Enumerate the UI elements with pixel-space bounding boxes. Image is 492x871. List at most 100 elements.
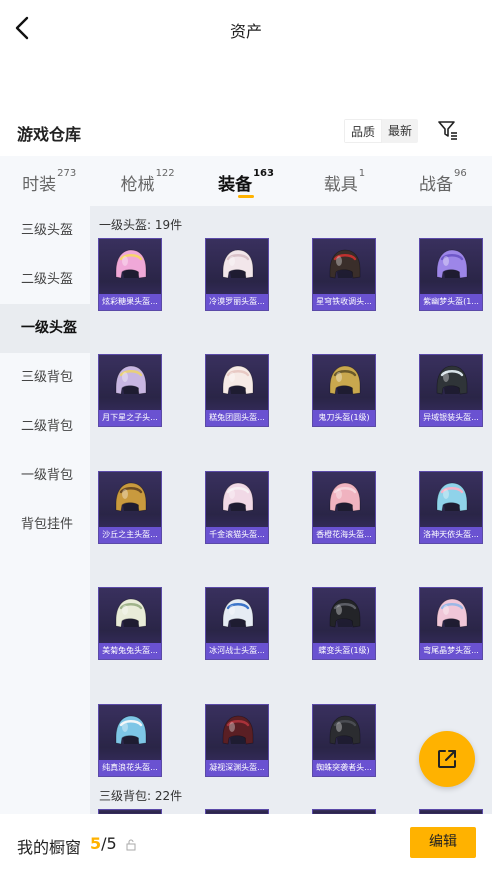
helmet-icon [436, 365, 468, 395]
filter-icon[interactable] [436, 118, 460, 142]
tab-vehicles[interactable]: 载具1 [295, 156, 393, 206]
showcase-count: 5/5 [90, 834, 117, 853]
sidebar-item-level2-backpack[interactable]: 二级背包 [0, 402, 90, 451]
tab-count: 163 [253, 168, 274, 179]
share-button[interactable] [419, 731, 475, 787]
item-tile[interactable]: 洛神天依头盔... [419, 471, 483, 544]
helmet-icon [115, 365, 147, 395]
item-name: 炫彩糖果头盔... [99, 294, 161, 310]
group-label: 三级背包: 22件 [99, 789, 183, 803]
item-tile[interactable]: 千金滚猫头盔... [205, 471, 269, 544]
helmet-icon [436, 249, 468, 279]
sidebar-item-level1-backpack[interactable]: 一级背包 [0, 451, 90, 500]
helmet-icon [222, 715, 254, 745]
item-tile[interactable]: 冰河战士头盔... [205, 587, 269, 660]
helmet-icon [329, 365, 361, 395]
item-tile[interactable]: 炫彩糖果头盔... [98, 238, 162, 311]
item-tile[interactable]: 凝视深渊头盔... [205, 704, 269, 777]
section-title: 游戏仓库 [17, 125, 82, 144]
helmet-icon [222, 598, 254, 628]
sidebar: 三级头盔 二级头盔 一级头盔 三级背包 二级背包 一级背包 背包挂件 [0, 206, 90, 814]
item-name: 美菊兔兔头盔... [99, 643, 161, 659]
item-name: 凝视深渊头盔... [206, 760, 268, 776]
item-name: 香橙花海头盔... [313, 527, 375, 543]
sidebar-item-level3-helmet[interactable]: 三级头盔 [0, 206, 90, 255]
showcase-label: 我的橱窗 [17, 838, 82, 857]
tab-count: 122 [155, 168, 175, 179]
showcase-total: /5 [101, 834, 117, 853]
helmet-icon [436, 598, 468, 628]
helmet-icon [115, 482, 147, 512]
item-tile[interactable]: 月下星之子头... [98, 354, 162, 427]
helmet-icon [115, 249, 147, 279]
item-tile[interactable]: 紫幽梦头盔(1... [419, 238, 483, 311]
item-name: 星穹铁收调头... [313, 294, 375, 310]
tab-label: 载具 [323, 175, 358, 195]
item-tile[interactable]: 沙丘之主头盔... [98, 471, 162, 544]
helmet-icon [222, 482, 254, 512]
sidebar-item-level1-helmet[interactable]: 一级头盔 [0, 304, 90, 353]
item-name: 蜘蛛突袭者头... [313, 760, 375, 776]
tab-label: 时装 [22, 175, 57, 195]
tab-equipment[interactable]: 装备163 [197, 156, 295, 206]
item-tile[interactable]: 异域银装头盔... [419, 354, 483, 427]
sidebar-item-level3-backpack[interactable]: 三级背包 [0, 353, 90, 402]
tab-count: 273 [57, 168, 77, 179]
sort-newest-button[interactable]: 最新 [382, 119, 419, 143]
item-tile[interactable]: 鬼刀头盔(1级) [312, 354, 376, 427]
sort-toggle: 品质 最新 [344, 119, 419, 143]
share-icon [438, 750, 456, 768]
item-name: 沙丘之主头盔... [99, 527, 161, 543]
item-tile[interactable]: 蝶变头盔(1级) [312, 587, 376, 660]
item-tile[interactable]: 香橙花海头盔... [312, 471, 376, 544]
top-bar: 资产 [0, 0, 492, 58]
item-name: 洛神天依头盔... [420, 527, 482, 543]
item-tile[interactable]: 美菊兔兔头盔... [98, 587, 162, 660]
group-label: 一级头盔: 19件 [99, 218, 183, 232]
tab-label: 装备 [218, 175, 253, 195]
item-name: 鬼刀头盔(1级) [313, 410, 375, 426]
helmet-icon [329, 598, 361, 628]
helmet-icon [222, 249, 254, 279]
item-name: 冰河战士头盔... [206, 643, 268, 659]
tab-active-indicator [238, 195, 255, 198]
category-tabs: 时装273 枪械122 装备163 载具1 战备96 [0, 156, 492, 206]
item-name: 冷漠罗丽头盔... [206, 294, 268, 310]
item-name: 千金滚猫头盔... [206, 527, 268, 543]
sort-quality-button[interactable]: 品质 [344, 119, 383, 143]
tab-weapons[interactable]: 枪械122 [98, 156, 196, 206]
helmet-icon [329, 482, 361, 512]
item-tile[interactable]: 冷漠罗丽头盔... [205, 238, 269, 311]
lock-icon [126, 836, 136, 851]
bottom-bar: 我的橱窗 5/5 编辑 [0, 814, 492, 871]
helmet-icon [222, 365, 254, 395]
item-name: 纯真浪花头盔... [99, 760, 161, 776]
item-name: 紫幽梦头盔(1... [420, 294, 482, 310]
item-grid: 一级头盔: 19件 三级背包: 22件 炫彩糖果头盔... 冷漠罗丽头盔... 星穹… [90, 206, 492, 814]
item-tile[interactable]: 糕兔团圆头盔... [205, 354, 269, 427]
sidebar-item-level2-helmet[interactable]: 二级头盔 [0, 255, 90, 304]
item-tile[interactable]: 星穹铁收调头... [312, 238, 376, 311]
tab-fashion[interactable]: 时装273 [0, 156, 98, 206]
item-name: 糕兔团圆头盔... [206, 410, 268, 426]
tab-supplies[interactable]: 战备96 [394, 156, 492, 206]
helmet-icon [115, 598, 147, 628]
item-name: 弯尾晶梦头盔... [420, 643, 482, 659]
helmet-icon [436, 482, 468, 512]
tab-label: 战备 [418, 175, 453, 195]
helmet-icon [115, 715, 147, 745]
edit-button[interactable]: 编辑 [410, 827, 476, 858]
item-name: 异域银装头盔... [420, 410, 482, 426]
showcase-current: 5 [90, 834, 102, 853]
page-title: 资产 [229, 22, 262, 41]
helmet-icon [329, 715, 361, 745]
item-name: 月下星之子头... [99, 410, 161, 426]
tab-label: 枪械 [120, 175, 155, 195]
sidebar-item-backpack-pendant[interactable]: 背包挂件 [0, 500, 90, 549]
item-name: 蝶变头盔(1级) [313, 643, 375, 659]
item-tile[interactable]: 蜘蛛突袭者头... [312, 704, 376, 777]
tab-count: 1 [358, 168, 366, 179]
tab-count: 96 [453, 168, 467, 179]
item-tile[interactable]: 纯真浪花头盔... [98, 704, 162, 777]
item-tile[interactable]: 弯尾晶梦头盔... [419, 587, 483, 660]
